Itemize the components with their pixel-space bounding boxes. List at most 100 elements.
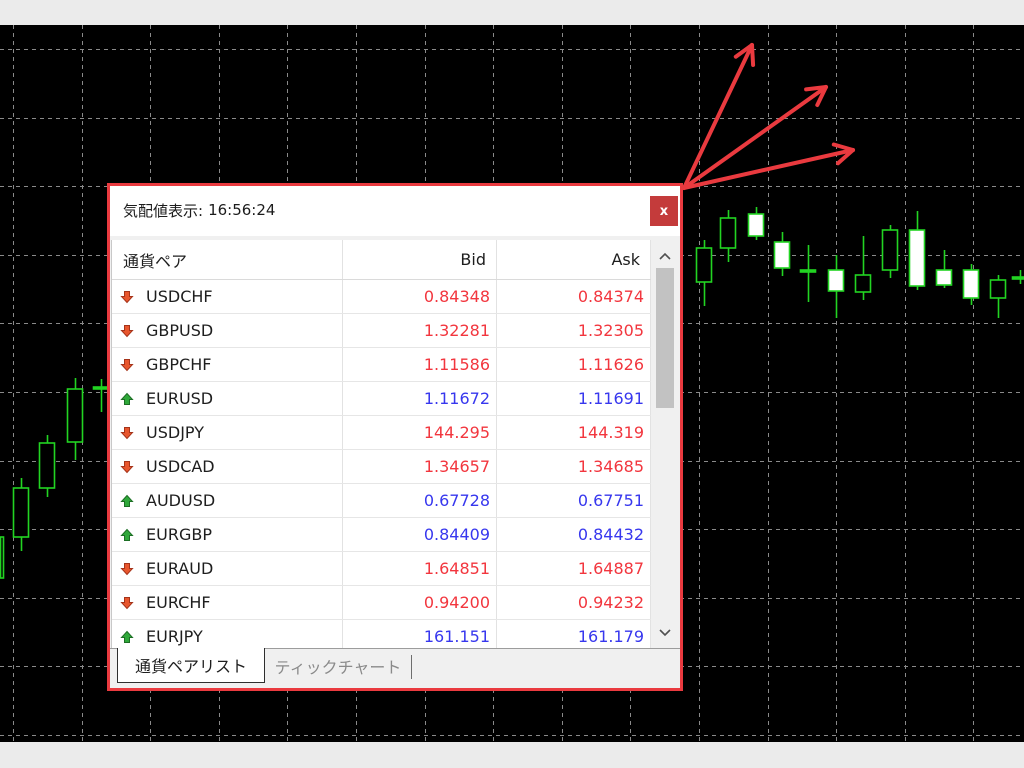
table-row[interactable]: EURGBP 0.84409 0.84432	[112, 518, 651, 552]
bid-price: 1.32281	[423, 321, 490, 340]
symbol-name: EURCHF	[146, 593, 211, 612]
bid-price: 0.67728	[423, 491, 490, 510]
symbol-cell: GBPUSD	[112, 314, 343, 347]
symbol-name: GBPCHF	[146, 355, 212, 374]
arrow-down-icon	[120, 562, 134, 576]
bid-cell: 0.67728	[343, 484, 497, 517]
symbol-name: GBPUSD	[146, 321, 214, 340]
chevron-up-icon	[659, 252, 671, 260]
ask-price: 0.94232	[577, 593, 644, 612]
bid-price: 1.11586	[423, 355, 490, 374]
table-row[interactable]: USDCHF 0.84348 0.84374	[112, 280, 651, 314]
symbol-list: 通貨ペア Bid Ask USDCHF 0.84348 0.84374 GBPU…	[111, 240, 679, 648]
tab-tick-chart[interactable]: ティックチャート	[273, 648, 403, 683]
arrow-up-icon	[120, 494, 134, 508]
close-icon: x	[659, 203, 669, 219]
table-row[interactable]: AUDUSD 0.67728 0.67751	[112, 484, 651, 518]
arrow-down-icon	[120, 324, 134, 338]
candle	[908, 211, 926, 290]
symbol-name: EURJPY	[146, 627, 203, 646]
ask-price: 144.319	[577, 423, 644, 442]
ask-price: 0.67751	[577, 491, 644, 510]
ask-price: 161.179	[577, 627, 644, 646]
candle	[799, 245, 817, 302]
arrow-down-glyph	[120, 290, 134, 303]
arrow-down-glyph	[120, 460, 134, 473]
symbol-name: USDCHF	[146, 287, 213, 306]
table-row[interactable]: EURUSD 1.11672 1.11691	[112, 382, 651, 416]
bottom-status-band	[0, 742, 1024, 768]
symbol-cell: EURJPY	[112, 620, 343, 648]
scroll-up-button[interactable]	[651, 241, 679, 271]
ask-price: 1.34685	[577, 457, 644, 476]
bid-cell: 161.151	[343, 620, 497, 648]
candle	[881, 225, 899, 278]
symbol-cell: EURUSD	[112, 382, 343, 415]
candle	[854, 236, 872, 300]
candle	[989, 275, 1007, 318]
arrow-down-icon	[120, 358, 134, 372]
bid-cell: 0.84348	[343, 280, 497, 313]
bid-price: 144.295	[423, 423, 490, 442]
column-header-symbol[interactable]: 通貨ペア	[112, 240, 343, 279]
tab-symbol-list[interactable]: 通貨ペアリスト	[117, 648, 265, 683]
quote-table: 通貨ペア Bid Ask USDCHF 0.84348 0.84374 GBPU…	[112, 240, 651, 648]
symbol-cell: USDCHF	[112, 280, 343, 313]
bid-cell: 0.94200	[343, 586, 497, 619]
arrow-down-glyph	[120, 324, 134, 337]
column-header-ask[interactable]: Ask	[497, 240, 651, 279]
symbol-cell: EURGBP	[112, 518, 343, 551]
arrow-down-glyph	[120, 596, 134, 609]
ask-cell: 144.319	[497, 416, 651, 449]
symbol-name: EURAUD	[146, 559, 214, 578]
candle	[12, 478, 30, 551]
bid-cell: 1.32281	[343, 314, 497, 347]
market-watch-window: 気配値表示: 16:56:24 x 通貨ペア Bid Ask USDCHF 0.…	[107, 183, 683, 691]
candle	[38, 435, 56, 497]
scroll-down-button[interactable]	[651, 618, 679, 648]
top-toolbar-band	[0, 0, 1024, 25]
symbol-name: EURGBP	[146, 525, 212, 544]
symbol-name: USDJPY	[146, 423, 204, 442]
ask-cell: 1.11626	[497, 348, 651, 381]
table-body: USDCHF 0.84348 0.84374 GBPUSD 1.32281 1.…	[112, 280, 651, 648]
table-header: 通貨ペア Bid Ask	[112, 240, 651, 280]
bid-cell: 1.11586	[343, 348, 497, 381]
bid-price: 0.84348	[423, 287, 490, 306]
symbol-cell: EURAUD	[112, 552, 343, 585]
arrow-down-icon	[120, 290, 134, 304]
close-button[interactable]: x	[650, 196, 678, 226]
server-time: 16:56:24	[208, 201, 276, 219]
table-row[interactable]: GBPUSD 1.32281 1.32305	[112, 314, 651, 348]
arrow-up-icon	[120, 392, 134, 406]
candle	[695, 240, 713, 306]
bid-price: 1.34657	[423, 457, 490, 476]
symbol-cell: USDCAD	[112, 450, 343, 483]
symbol-cell: USDJPY	[112, 416, 343, 449]
symbol-cell: AUDUSD	[112, 484, 343, 517]
table-row[interactable]: USDCAD 1.34657 1.34685	[112, 450, 651, 484]
bid-cell: 1.11672	[343, 382, 497, 415]
candle	[66, 378, 84, 460]
symbol-name: AUDUSD	[146, 491, 216, 510]
arrow-down-icon	[120, 596, 134, 610]
candle	[827, 255, 845, 318]
bid-cell: 1.64851	[343, 552, 497, 585]
table-row[interactable]: USDJPY 144.295 144.319	[112, 416, 651, 450]
ask-cell: 0.94232	[497, 586, 651, 619]
table-row[interactable]: GBPCHF 1.11586 1.11626	[112, 348, 651, 382]
ask-price: 1.11626	[577, 355, 644, 374]
vertical-scrollbar[interactable]	[651, 240, 679, 648]
ask-cell: 161.179	[497, 620, 651, 648]
scroll-thumb[interactable]	[656, 268, 674, 408]
arrow-up-glyph	[120, 630, 134, 643]
window-title-label: 気配値表示:	[123, 201, 204, 220]
table-row[interactable]: EURJPY 161.151 161.179	[112, 620, 651, 648]
ask-price: 0.84374	[577, 287, 644, 306]
market-watch-titlebar[interactable]: 気配値表示: 16:56:24 x	[110, 186, 680, 236]
table-row[interactable]: EURCHF 0.94200 0.94232	[112, 586, 651, 620]
bid-cell: 144.295	[343, 416, 497, 449]
symbol-name: EURUSD	[146, 389, 214, 408]
table-row[interactable]: EURAUD 1.64851 1.64887	[112, 552, 651, 586]
column-header-bid[interactable]: Bid	[343, 240, 497, 279]
